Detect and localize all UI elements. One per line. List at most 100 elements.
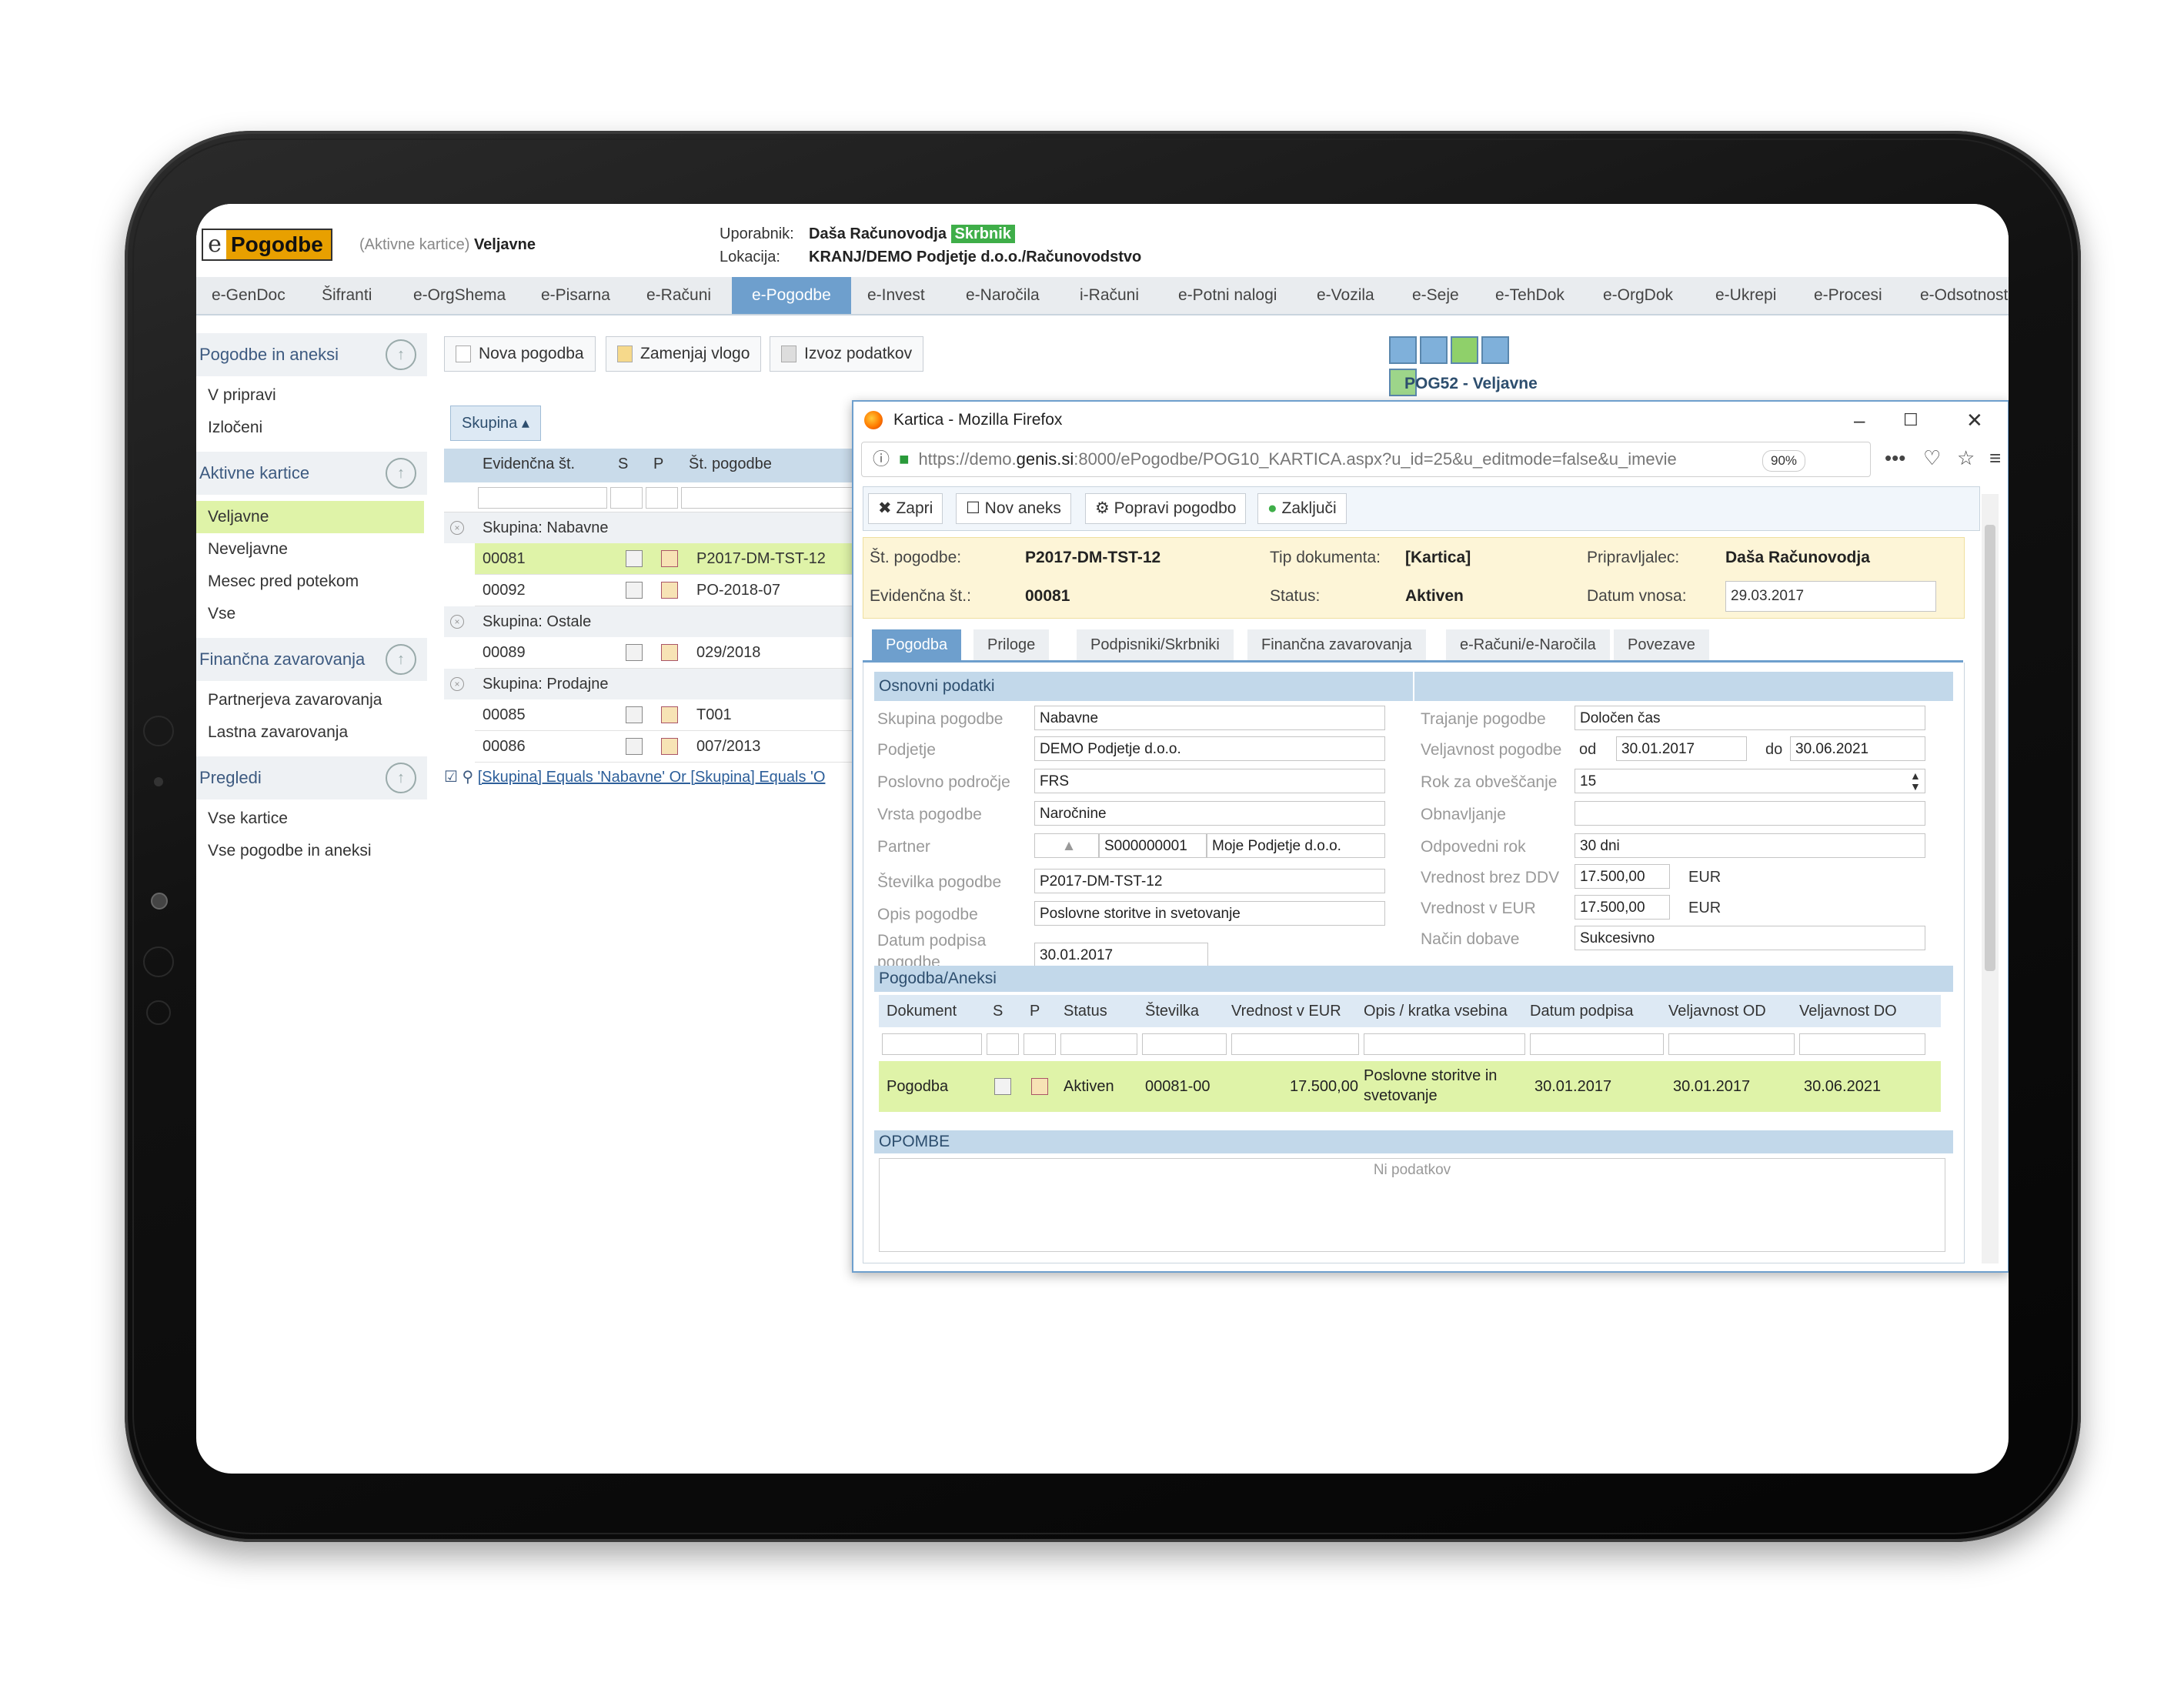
sidebar-item[interactable]: Mesec pred potekom	[196, 566, 427, 598]
swap-role-button[interactable]: Zamenjaj vlogo	[606, 336, 762, 372]
sidebar-section-contracts[interactable]: Pogodbe in aneksi ↑	[196, 333, 427, 376]
doc-icon[interactable]	[626, 550, 643, 567]
export-button[interactable]: Izvoz podatkov	[770, 336, 924, 372]
filter-input[interactable]	[1142, 1033, 1227, 1055]
bookmark-star-icon[interactable]: ☆	[1957, 446, 1975, 470]
app-logo[interactable]: e Pogodbe	[202, 229, 332, 261]
date-filter-dropdown[interactable]	[1530, 1033, 1664, 1055]
annex-row[interactable]: Pogodba Aktiven 00081-00 17.500,00 Poslo…	[879, 1061, 1941, 1112]
sidebar-item-selected[interactable]: Veljavne	[196, 501, 424, 533]
collapse-arrow-icon[interactable]: ↑	[386, 763, 416, 793]
table-row[interactable]: 00089 029/2018	[475, 637, 860, 669]
nav-item[interactable]: e-Procesi	[1814, 286, 1882, 305]
collapse-icon[interactable]: ×	[450, 677, 464, 691]
col-header[interactable]: S	[993, 995, 1003, 1027]
notice-period-stepper[interactable]: 15	[1575, 769, 1925, 793]
date-filter-dropdown[interactable]	[1668, 1033, 1795, 1055]
filter-input[interactable]	[987, 1033, 1019, 1055]
company-field[interactable]: DEMO Podjetje d.o.o.	[1034, 736, 1385, 761]
new-annex-button[interactable]: ☐ Nov aneks	[956, 493, 1071, 524]
doc-icon[interactable]	[626, 738, 643, 755]
nav-item[interactable]: e-Potni nalogi	[1178, 286, 1277, 305]
group-field[interactable]: Nabavne	[1034, 706, 1385, 730]
finish-button[interactable]: ● Zaključi	[1257, 493, 1347, 524]
maximize-icon[interactable]: ☐	[1903, 402, 1919, 439]
sidebar-section-active[interactable]: Aktivne kartice ↑	[196, 452, 427, 495]
edit-icon[interactable]	[1031, 1078, 1048, 1095]
status-icon[interactable]	[1420, 336, 1448, 364]
col-header[interactable]: Vrednost v EUR	[1231, 995, 1341, 1027]
business-area-field[interactable]: FRS	[1034, 769, 1385, 793]
group-chip[interactable]: Skupina ▴	[450, 406, 541, 441]
status-icon[interactable]	[1389, 336, 1417, 364]
tab-contract[interactable]: Pogodba	[872, 629, 962, 660]
nav-item[interactable]: e-TehDok	[1495, 286, 1565, 305]
col-header[interactable]: Opis / kratka vsebina	[1364, 995, 1508, 1027]
filter-bar[interactable]: ☑ ⚲ [Skupina] Equals 'Nabavne' Or [Skupi…	[444, 767, 875, 786]
doc-icon[interactable]	[626, 644, 643, 661]
table-row[interactable]: 00086 007/2013	[475, 731, 860, 763]
nav-item[interactable]: e-Računi	[646, 286, 711, 305]
nav-item[interactable]: e-Ukrepi	[1715, 286, 1776, 305]
minimize-icon[interactable]: –	[1854, 402, 1865, 439]
col-header[interactable]: Dokument	[887, 995, 957, 1027]
nav-item[interactable]: e-Vozila	[1317, 286, 1374, 305]
col-header[interactable]: Evidenčna št.	[483, 449, 575, 479]
sidebar-section-financial[interactable]: Finančna zavarovanja ↑	[196, 638, 427, 681]
table-row[interactable]: 00081 P2017-DM-TST-12	[475, 543, 860, 575]
edit-icon[interactable]	[661, 738, 678, 755]
nav-item[interactable]: Šifranti	[322, 286, 372, 305]
col-header[interactable]: Številka	[1145, 995, 1199, 1027]
filter-input[interactable]	[681, 487, 860, 509]
date-filter-dropdown[interactable]	[1799, 1033, 1925, 1055]
col-header[interactable]: Datum podpisa	[1530, 995, 1634, 1027]
nav-item[interactable]: e-Seje	[1412, 286, 1459, 305]
partner-name-field[interactable]: Moje Podjetje d.o.o.	[1207, 833, 1385, 858]
filter-input[interactable]	[646, 487, 678, 509]
contract-type-field[interactable]: Naročnine	[1034, 801, 1385, 826]
sidebar-item[interactable]: Vse	[196, 598, 427, 630]
filter-input[interactable]	[610, 487, 643, 509]
group-row[interactable]: × Skupina: Nabavne	[444, 512, 860, 543]
partner-lookup[interactable]: ▲	[1034, 833, 1099, 858]
col-header[interactable]: P	[653, 449, 663, 479]
save-icon[interactable]	[1481, 336, 1509, 364]
signing-date-field[interactable]: 30.01.2017	[1034, 943, 1208, 967]
col-header[interactable]: Št. pogodbe	[689, 449, 772, 479]
entry-date-field[interactable]: 29.03.2017	[1725, 581, 1936, 612]
close-icon[interactable]: ✕	[1966, 402, 1983, 439]
edit-icon[interactable]	[661, 550, 678, 567]
contract-number-field[interactable]: P2017-DM-TST-12	[1034, 869, 1385, 893]
doc-icon[interactable]	[626, 706, 643, 723]
nav-item-active[interactable]: e-Pogodbe	[732, 277, 851, 314]
nav-item[interactable]: e-OrgShema	[413, 286, 506, 305]
new-contract-button[interactable]: Nova pogodba	[444, 336, 596, 372]
notes-box[interactable]: Ni podatkov	[879, 1158, 1945, 1252]
table-row[interactable]: 00085 T001	[475, 699, 860, 731]
group-row[interactable]: × Skupina: Prodajne	[444, 669, 860, 699]
url-bar[interactable]: ⓘ ■ https://demo.genis.si:8000/ePogodbe/P…	[861, 442, 1871, 477]
sidebar-item[interactable]: V pripravi	[196, 379, 427, 412]
col-header[interactable]: P	[1030, 995, 1040, 1027]
col-header[interactable]: Veljavnost OD	[1668, 995, 1766, 1027]
filter-input[interactable]	[1060, 1033, 1137, 1055]
sidebar-item[interactable]: Lastna zavarovanja	[196, 716, 427, 749]
filter-text[interactable]: [Skupina] Equals 'Nabavne' Or [Skupina] …	[478, 769, 826, 786]
sidebar-item[interactable]: Vse kartice	[196, 803, 427, 835]
doc-icon[interactable]	[626, 582, 643, 599]
col-header[interactable]: Status	[1064, 995, 1107, 1027]
sidebar-section-reviews[interactable]: Pregledi ↑	[196, 756, 427, 799]
nav-item[interactable]: e-Naročila	[966, 286, 1040, 305]
sidebar-item[interactable]: Neveljavne	[196, 533, 427, 566]
partner-code-field[interactable]: S000000001	[1099, 833, 1207, 858]
sidebar-item[interactable]: Partnerjeva zavarovanja	[196, 684, 427, 716]
nav-item[interactable]: e-GenDoc	[212, 286, 286, 305]
collapse-arrow-icon[interactable]: ↑	[386, 339, 416, 370]
duration-field[interactable]: Določen čas	[1575, 706, 1925, 730]
pocket-icon[interactable]: ♡	[1923, 446, 1941, 470]
sidebar-item[interactable]: Izločeni	[196, 412, 427, 444]
edit-contract-button[interactable]: ⚙ Popravi pogodbo	[1085, 493, 1247, 524]
nav-item[interactable]: e-Pisarna	[541, 286, 610, 305]
group-row[interactable]: × Skupina: Ostale	[444, 606, 860, 637]
tab-links[interactable]: Povezave	[1614, 629, 1709, 660]
